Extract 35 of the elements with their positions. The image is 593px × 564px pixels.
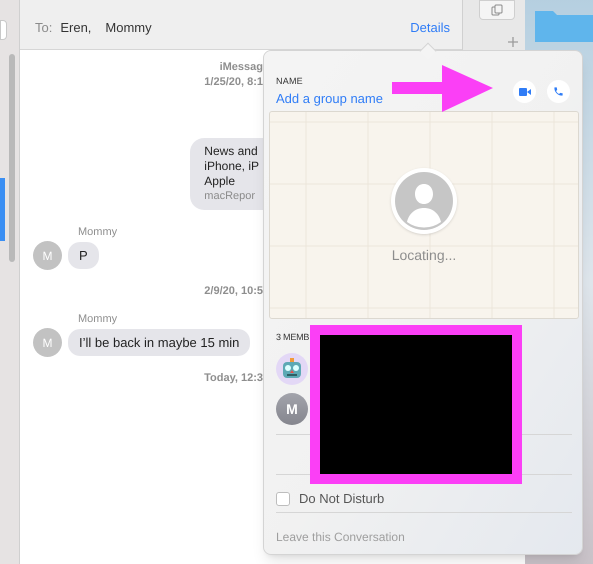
toolbar-button[interactable] xyxy=(479,0,515,20)
phone-call-button[interactable] xyxy=(547,80,570,103)
group-name-field[interactable]: Add a group name xyxy=(276,88,386,108)
sender-name: Mommy xyxy=(78,226,118,239)
name-label: NAME xyxy=(276,75,304,88)
sender-name: Mommy xyxy=(78,313,118,326)
video-camera-icon xyxy=(518,88,530,96)
timestamp: 1/25/20, 8:1 xyxy=(204,75,263,90)
do-not-disturb-checkbox[interactable] xyxy=(276,492,290,506)
robot-avatar xyxy=(276,353,308,385)
do-not-disturb-label: Do Not Disturb xyxy=(299,490,384,508)
message-bubble: P xyxy=(68,242,99,270)
timestamp: Today, 12:3 xyxy=(204,371,263,386)
scrollbar[interactable] xyxy=(9,54,15,262)
phone-icon xyxy=(553,86,564,97)
message-text: Apple xyxy=(204,174,236,189)
avatar: M xyxy=(33,328,62,357)
message-text: News and xyxy=(204,144,259,159)
video-call-button[interactable] xyxy=(513,80,536,103)
timestamp: iMessag xyxy=(220,60,263,75)
avatar: M xyxy=(33,241,62,270)
folder-icon xyxy=(535,8,593,42)
add-icon[interactable] xyxy=(507,36,519,48)
members-label: 3 MEMB xyxy=(276,331,310,344)
message-text: iPhone, iP xyxy=(204,159,259,174)
avatar: M xyxy=(276,393,308,425)
copy-icon xyxy=(491,4,503,16)
to-label: To: xyxy=(35,18,52,36)
link-source: macRepor xyxy=(204,189,256,204)
recipient-name[interactable]: Mommy xyxy=(105,18,152,37)
search-field[interactable] xyxy=(0,20,7,40)
timestamp: 2/9/20, 10:5 xyxy=(204,284,263,299)
message-bubble: I’ll be back in maybe 15 min xyxy=(68,328,250,356)
recipient-name[interactable]: Eren, xyxy=(60,18,92,37)
map-status-text: Locating... xyxy=(390,246,458,265)
